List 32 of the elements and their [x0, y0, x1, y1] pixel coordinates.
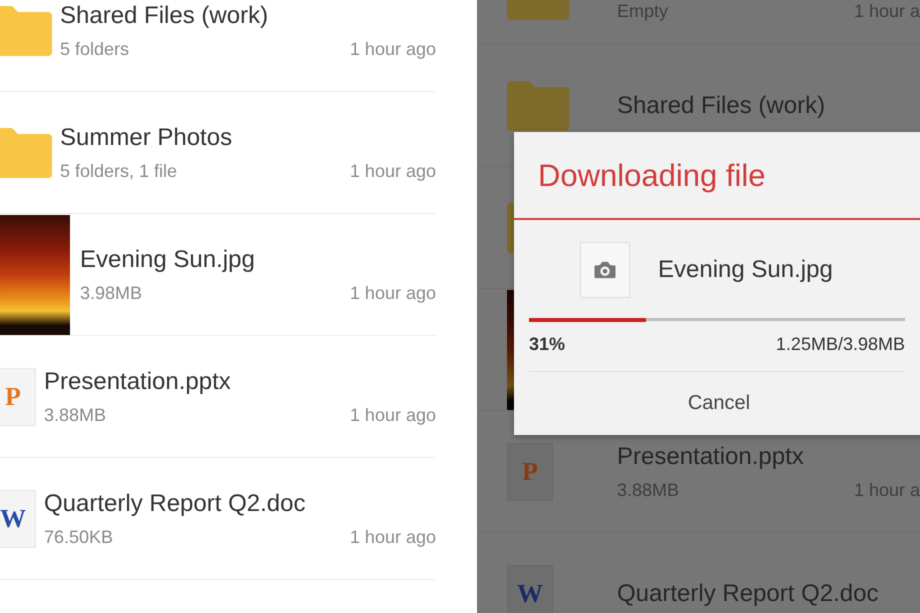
- progress-percent: 31%: [529, 334, 566, 355]
- file-type-badge: W: [507, 564, 553, 613]
- modified-time: 1 hour ago: [350, 282, 436, 304]
- modified-time: 1 hour ago: [350, 404, 436, 426]
- transferred-size: 1.25MB/3.98MB: [776, 334, 905, 355]
- file-name: Shared Files (work): [617, 92, 826, 120]
- file-name: Quarterly Report Q2.doc: [44, 490, 306, 518]
- file-row[interactable]: Shared Files (work) 5 folders 1 hour ago: [0, 0, 436, 92]
- file-name: Presentation.pptx: [44, 368, 232, 396]
- file-name: Summer Photos: [60, 124, 234, 152]
- file-name: Shared Files (work): [60, 2, 270, 30]
- file-details: Empty: [617, 0, 668, 22]
- file-name: Presentation.pptx: [617, 442, 805, 470]
- modified-time: 1 hour ago: [350, 160, 436, 182]
- file-name: Evening Sun.jpg: [80, 246, 256, 274]
- file-type-badge: P: [0, 368, 36, 426]
- file-row[interactable]: Evening Sun.jpg 3.98MB 1 hour ago: [0, 214, 436, 336]
- file-name: Evening Sun.jpg: [658, 256, 833, 284]
- file-details: 5 folders: [60, 38, 130, 60]
- modified-time: 1 hour a: [854, 0, 920, 22]
- modified-time: 1 hour a: [854, 478, 920, 500]
- file-details: 76.50KB: [44, 526, 114, 548]
- file-row[interactable]: Summer Photos 5 folders, 1 file 1 hour ago: [0, 92, 436, 214]
- file-details: 3.98MB: [80, 282, 142, 304]
- file-details: 3.88MB: [44, 404, 106, 426]
- file-details: 5 folders, 1 file: [60, 160, 178, 182]
- file-name: Quarterly Report Q2.doc: [617, 580, 880, 608]
- file-details: 3.88MB: [617, 478, 680, 500]
- file-type-badge: W: [0, 490, 36, 548]
- file-type-badge: P: [507, 442, 553, 500]
- modified-time: 1 hour ago: [350, 526, 436, 548]
- modified-time: 1 hour ago: [350, 38, 436, 60]
